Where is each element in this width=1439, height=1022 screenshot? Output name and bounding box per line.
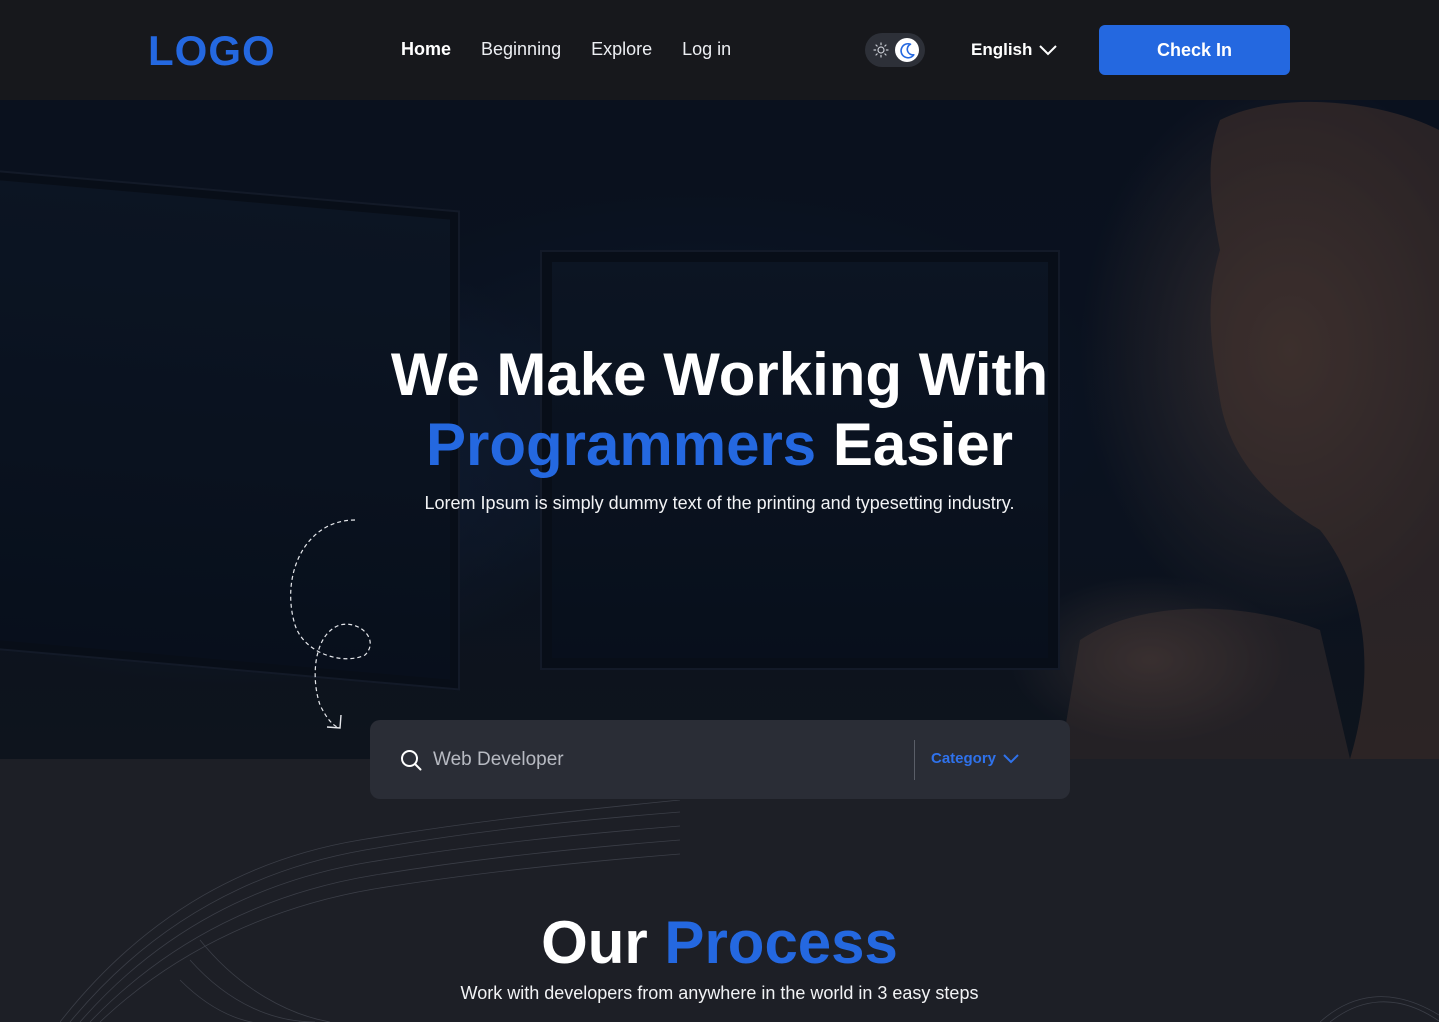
hero-section: We Make Working With Programmers Easier … xyxy=(0,100,1439,759)
search-input[interactable] xyxy=(433,744,853,776)
process-title: Our Process xyxy=(0,908,1439,978)
language-selector[interactable]: English xyxy=(971,40,1058,60)
chevron-down-icon xyxy=(1039,45,1058,56)
main-nav: Home Beginning Explore Log in xyxy=(401,39,731,60)
process-title-accent: Process xyxy=(664,909,898,976)
process-subtitle: Work with developers from anywhere in th… xyxy=(460,983,979,1003)
search-icon xyxy=(401,750,422,771)
dashed-arrow-icon xyxy=(290,519,371,729)
check-in-button[interactable]: Check In xyxy=(1099,25,1290,75)
hero-title: We Make Working With Programmers Easier xyxy=(0,340,1439,480)
hero-title-accent: Programmers xyxy=(425,411,817,478)
search-bar: Category xyxy=(370,720,1070,799)
search-divider xyxy=(914,740,915,780)
toggle-knob[interactable] xyxy=(895,38,919,62)
category-label: Category xyxy=(931,750,997,767)
nav-beginning[interactable]: Beginning xyxy=(481,39,561,60)
site-header: LOGO Home Beginning Explore Log in Engli… xyxy=(0,0,1439,100)
hero-title-rest: Easier xyxy=(816,411,1013,478)
language-label: English xyxy=(971,40,1033,59)
theme-toggle[interactable] xyxy=(865,33,925,67)
hero-title-line1: We Make Working With xyxy=(390,341,1049,408)
hero-subtitle: Lorem Ipsum is simply dummy text of the … xyxy=(424,493,1015,513)
process-title-plain: Our xyxy=(541,909,665,976)
sun-icon xyxy=(873,42,889,58)
chevron-down-icon xyxy=(1003,754,1019,764)
moon-icon xyxy=(900,42,915,59)
nav-home[interactable]: Home xyxy=(401,39,451,60)
logo[interactable]: LOGO xyxy=(148,27,276,75)
nav-login[interactable]: Log in xyxy=(682,39,731,60)
category-dropdown[interactable]: Category xyxy=(931,750,1020,767)
nav-explore[interactable]: Explore xyxy=(591,39,652,60)
